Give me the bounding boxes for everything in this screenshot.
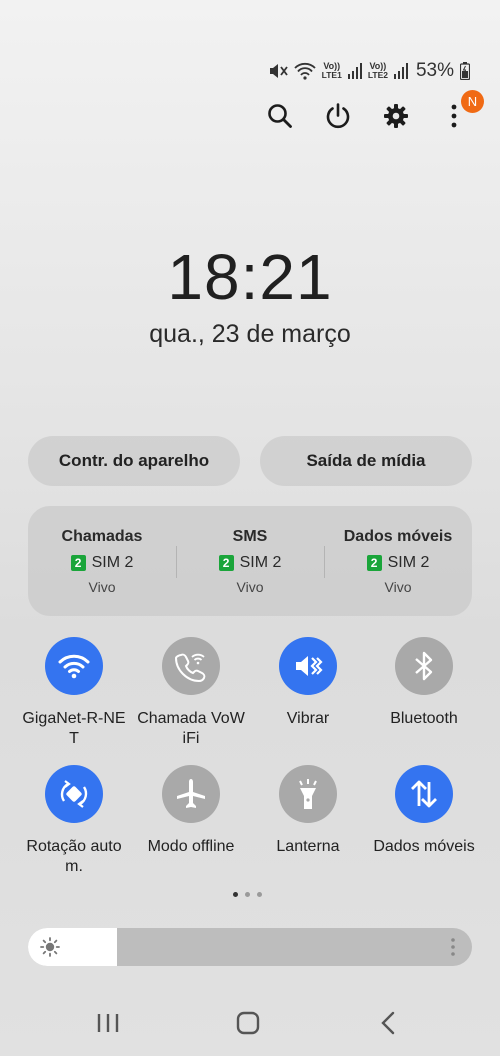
sim-manager-panel: Chamadas 2 SIM 2 Vivo SMS 2 SIM 2 Vivo Dad… [28, 506, 472, 616]
tile-label: Dados móveis [373, 838, 475, 855]
clock: 18:21 [167, 241, 333, 313]
wifi-calling-icon[interactable] [162, 637, 220, 695]
search-icon[interactable] [264, 98, 296, 134]
sim-name: SIM 2 [387, 553, 430, 571]
flashlight-icon[interactable] [279, 765, 337, 823]
more-vertical-icon[interactable]: N [438, 90, 484, 134]
back-icon[interactable] [368, 1008, 408, 1038]
sim-carrier: Vivo [88, 578, 116, 595]
date: qua., 23 de março [149, 320, 351, 348]
page-dot [233, 892, 238, 897]
tile-label: Vibrar [286, 710, 330, 727]
gear-icon[interactable] [380, 98, 412, 134]
sim-calls[interactable]: Chamadas 2 SIM 2 Vivo [28, 506, 176, 616]
device-control-button[interactable]: Contr. do aparelho [28, 436, 240, 486]
sim-mobile-data[interactable]: Dados móveis 2 SIM 2 Vivo [324, 506, 472, 616]
tile-flashlight[interactable]: Lanterna [248, 765, 368, 857]
mobile-data-icon[interactable] [395, 765, 453, 823]
page-dot [245, 892, 250, 897]
airplane-icon[interactable] [162, 765, 220, 823]
brightness-slider[interactable] [28, 928, 472, 966]
auto-rotate-icon[interactable] [45, 765, 103, 823]
sun-icon [40, 937, 60, 962]
sim-column-title: Dados móveis [343, 527, 453, 545]
sim-card-icon: 2 [70, 554, 86, 571]
notification-badge: N [461, 90, 484, 113]
tile-airplane[interactable]: Modo offline [131, 765, 251, 857]
battery-icon [460, 62, 470, 80]
tile-wifi[interactable]: GigaNet-R-NET [14, 637, 134, 749]
home-icon[interactable] [228, 1008, 268, 1038]
page-indicator [233, 892, 262, 897]
navigation-bar [0, 1008, 500, 1038]
sim-card-icon: 2 [366, 554, 382, 571]
tile-vowifi[interactable]: Chamada VoWiFi [131, 637, 251, 749]
tile-auto-rotate[interactable]: Rotação autom. [14, 765, 134, 877]
signal-icon [393, 63, 408, 79]
sim-carrier: Vivo [384, 578, 412, 595]
sim-name: SIM 2 [91, 553, 134, 571]
wifi-calling-icon [294, 62, 316, 80]
tile-bluetooth[interactable]: Bluetooth [364, 637, 484, 729]
bluetooth-icon[interactable] [395, 637, 453, 695]
status-bar: Vo)) LTE1 Vo)) LTE2 53% [268, 58, 470, 84]
battery-percent: 53% [415, 60, 454, 81]
power-icon[interactable] [322, 98, 354, 134]
mute-icon [268, 62, 288, 80]
media-output-button[interactable]: Saída de mídia [260, 436, 472, 486]
sim-name: SIM 2 [239, 553, 282, 571]
tile-vibrate[interactable]: Vibrar [248, 637, 368, 729]
page-dot [257, 892, 262, 897]
tile-label: Bluetooth [390, 710, 458, 727]
sim-sms[interactable]: SMS 2 SIM 2 Vivo [176, 506, 324, 616]
volte-lte1-icon: Vo)) LTE1 [321, 61, 342, 80]
tile-label: GigaNet-R-NET [22, 710, 126, 747]
more-vertical-icon[interactable] [450, 937, 456, 962]
wifi-icon[interactable] [45, 637, 103, 695]
tile-label: Chamada VoWiFi [137, 710, 245, 747]
recents-icon[interactable] [88, 1008, 128, 1038]
signal-icon [347, 63, 362, 79]
sim-card-icon: 2 [218, 554, 234, 571]
tile-mobile-data[interactable]: Dados móveis [364, 765, 484, 857]
sim-carrier: Vivo [236, 578, 264, 595]
volte-lte2-icon: Vo)) LTE2 [367, 61, 388, 80]
sim-column-title: SMS [232, 527, 268, 545]
tile-label: Modo offline [147, 838, 235, 855]
vibrate-icon[interactable] [279, 637, 337, 695]
quick-panel-actions: N [264, 90, 484, 134]
tile-label: Rotação autom. [26, 838, 122, 875]
sim-column-title: Chamadas [61, 527, 143, 545]
tile-label: Lanterna [276, 838, 340, 855]
